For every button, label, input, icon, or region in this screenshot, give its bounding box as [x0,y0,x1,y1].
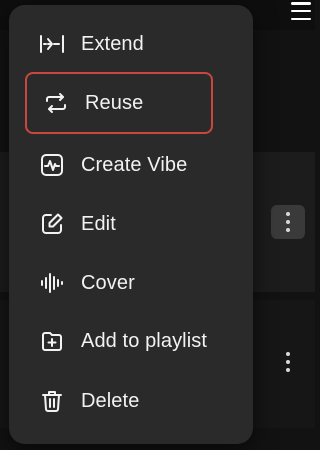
create-vibe-icon [39,152,65,178]
more-options-button[interactable] [271,205,305,239]
edit-icon [39,211,65,237]
menu-item-cover[interactable]: Cover [23,258,241,308]
context-menu: Extend Reuse Create Vibe Edit Cover Add … [9,5,253,444]
more-options-button[interactable] [271,345,305,379]
more-vertical-icon [286,212,290,232]
menu-item-label: Delete [81,389,140,412]
menu-item-extend[interactable]: Extend [23,19,241,69]
menu-item-label: Extend [81,32,144,55]
menu-item-label: Reuse [85,91,144,114]
menu-item-add-to-playlist[interactable]: Add to playlist [23,316,241,366]
delete-icon [39,388,65,414]
menu-item-reuse[interactable]: Reuse [25,72,213,134]
menu-item-label: Edit [81,212,116,235]
menu-item-label: Add to playlist [81,329,208,352]
menu-item-create-vibe[interactable]: Create Vibe [23,140,241,190]
add-to-playlist-icon [39,328,65,354]
extend-icon [39,31,65,57]
cover-icon [39,270,65,296]
menu-item-label: Cover [81,271,135,294]
menu-item-delete[interactable]: Delete [23,376,241,426]
hamburger-menu-icon[interactable] [291,2,311,20]
menu-item-label: Create Vibe [81,153,188,176]
reuse-icon [43,90,69,116]
menu-item-edit[interactable]: Edit [23,199,241,249]
more-vertical-icon [286,352,290,372]
